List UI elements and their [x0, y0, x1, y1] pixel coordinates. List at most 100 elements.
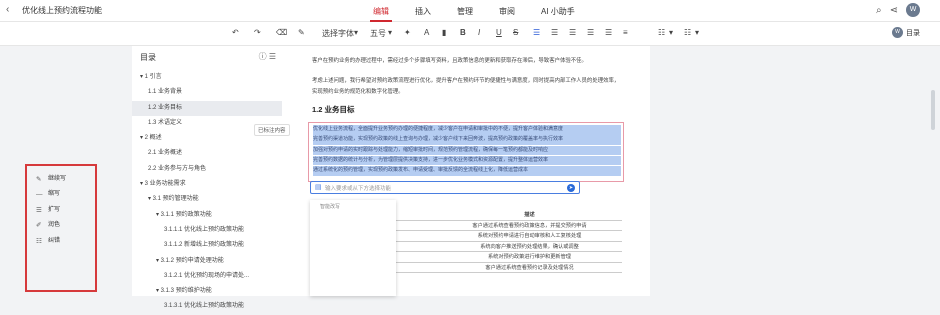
highlight-icon[interactable]: ▮	[442, 28, 446, 37]
outline-item[interactable]: ▾ 3 业务功能需求	[132, 177, 282, 192]
ai-prompt-input[interactable]: ▤ 输入要求或从下方选择功能 ➤	[310, 181, 580, 194]
ai-menu-item[interactable]: — 缩写	[36, 187, 66, 202]
table-cell[interactable]: 系统对预约政策进行维护和更新管理	[437, 252, 622, 262]
italic-icon[interactable]: I	[478, 28, 480, 37]
ai-menu-label: 智能改写	[320, 204, 341, 210]
main-tabs: 编辑 插入 管理 审阅 AI 小助手	[360, 0, 588, 22]
align-left-icon[interactable]: ☰	[533, 28, 540, 37]
outline-item[interactable]: 1.1 业务背景	[132, 85, 282, 100]
align-right-icon[interactable]: ☰	[569, 28, 576, 37]
polish-icon: ✐	[36, 222, 42, 230]
tab-manage[interactable]: 管理	[444, 0, 486, 22]
outline-item[interactable]: ▾ 3.1.1 预约政策功能	[132, 208, 282, 223]
check-icon: ☷	[36, 237, 42, 245]
outline-item[interactable]: 2.1 业务概述	[132, 146, 282, 161]
format-toolbar: ↶ ↷ ⌫ ✎ 选择字体 ▾ 五号 ▾ ✦ A ▮ B I U S ☰ ☰ ☰ …	[0, 22, 940, 46]
outline-toggle-button[interactable]: W 目录	[892, 27, 920, 38]
font-color-icon[interactable]: ✦	[404, 28, 411, 37]
ai-menu-item[interactable]: ✎ 继续写	[36, 172, 66, 187]
ai-rewrite-menu: 智能改写	[310, 200, 396, 296]
tab-insert[interactable]: 插入	[402, 0, 444, 22]
tab-edit[interactable]: 编辑	[360, 0, 402, 22]
selected-line: 完善预约渠道功能，实现预约政策的线上查询与办理，减少客户线下来回奔波，提高预约政…	[313, 135, 621, 145]
table-cell[interactable]: 系统对预约申请进行自动审核和人工复核处理	[437, 231, 622, 241]
outline-tools: ⓘ ☰	[259, 51, 276, 62]
outline-item[interactable]: ▾ 3.1.3 预约维护功能	[132, 284, 282, 299]
font-family-select[interactable]: 选择字体	[322, 28, 354, 39]
selected-text-block[interactable]: 优化线上业务流程，全面提升业务预约办理的便捷程度，减少客户在申请和审批中的不便，…	[308, 122, 624, 182]
ai-menu-item[interactable]: ✐ 润色	[36, 218, 66, 233]
bold-icon[interactable]: B	[460, 28, 466, 37]
ai-prompt-placeholder: 输入要求或从下方选择功能	[325, 186, 392, 192]
outline-item[interactable]: ▾ 3.1 预约管理功能	[132, 192, 282, 207]
outline-item[interactable]: ▾ 3.1.2 预约申请处理功能	[132, 254, 282, 269]
avatar[interactable]: W	[906, 3, 920, 17]
ai-menu-item-label: 纠错	[48, 237, 61, 244]
bullet-list-icon[interactable]: ☷	[658, 28, 665, 37]
paragraph[interactable]: 客户在预约业务的办理过程中，需经过多个步骤填写资料，且政策信息的更新和获取存在滞…	[312, 56, 622, 67]
line-spacing-icon[interactable]: ≡	[623, 28, 628, 37]
outline-item[interactable]: 1.2 业务目标	[132, 100, 282, 116]
undo-icon[interactable]: ↶	[232, 28, 239, 37]
chevron-down-icon[interactable]: ▾	[388, 28, 392, 37]
table-cell[interactable]: 客户通过系统查看预约政策信息，并提交预约申请	[437, 221, 622, 231]
ai-menu-item-label: 继续写	[48, 176, 67, 182]
expand-icon: ☰	[36, 206, 42, 214]
tab-review[interactable]: 审阅	[486, 0, 528, 22]
align-justify-icon[interactable]: ☰	[587, 28, 594, 37]
title-bar: ‹ 优化线上预约流程功能 编辑 插入 管理 审阅 AI 小助手 ⌕ ⋖ W	[0, 0, 940, 22]
paragraph[interactable]: 考虑上述问题，我行希望对预约政策流程进行优化，提升客户在预约环节的便捷性与满意度…	[312, 76, 622, 98]
outline-toggle-label: 目录	[906, 29, 920, 37]
annotation-tag[interactable]: 已标注内容	[254, 124, 290, 136]
tab-ai-assistant[interactable]: AI 小助手	[528, 0, 588, 22]
shorten-icon: —	[36, 191, 43, 199]
chevron-down-icon[interactable]: ▾	[354, 28, 358, 37]
outline-list: ▾ 1 引言 1.1 业务背景 1.2 业务目标 1.3 术语定义 ▾ 2 概述 2.1 …	[132, 70, 282, 315]
scrollbar[interactable]	[931, 90, 935, 130]
document-page: 客户在预约业务的办理过程中，需经过多个步骤填写资料，且政策信息的更新和获取存在滞…	[282, 46, 650, 296]
chevron-down-icon[interactable]: ▾	[695, 28, 699, 37]
selected-line: 加强对预约申请的实时跟踪与处理能力，缩短审批时间，规范预约管理流程，确保每一笔预…	[313, 145, 621, 156]
selected-line: 完善预约数据的统计与分析，为管理层提供决策支持，进一步优化业务模式和资源配置，提…	[313, 155, 621, 166]
share-icon[interactable]: ⋖	[890, 5, 898, 16]
outline-item[interactable]: 3.1.2.1 优化预约现场的申请处...	[132, 269, 282, 284]
ai-menu-items: ✎ 继续写 — 缩写 ☰ 扩写 ✐ 润色 ☷ 纠错	[36, 172, 66, 249]
document-title: 优化线上预约流程功能	[22, 6, 102, 15]
ai-icon: ▤	[315, 184, 322, 191]
highlighted-lines: 优化线上业务流程，全面提升业务预约办理的便捷程度，减少客户在申请和审批中的不便，…	[313, 125, 621, 176]
ai-menu-item[interactable]: ☷ 纠错	[36, 234, 66, 249]
outline-item[interactable]: 2.2 业务参与方与角色	[132, 162, 282, 177]
ai-menu-item-label: 缩写	[48, 191, 61, 198]
format-painter-icon[interactable]: ✎	[298, 28, 305, 37]
strikethrough-icon[interactable]: S	[513, 28, 518, 37]
redo-icon[interactable]: ↷	[254, 28, 261, 37]
clear-format-icon[interactable]: ⌫	[276, 28, 287, 37]
table-header-cell: 描述	[524, 212, 535, 218]
menu-icon[interactable]: ☰	[269, 52, 276, 61]
selected-line: 通过系统化的预约管理，实现预约政策发布、申请受理、审批反馈的全流程线上化，降低运…	[313, 166, 621, 176]
font-size-select[interactable]: 五号	[370, 28, 386, 39]
table-cell[interactable]: 系统向客户推送预约处理结果，确认或调整	[437, 242, 622, 252]
help-icon[interactable]: ⓘ	[259, 52, 267, 61]
search-icon[interactable]: ⌕	[876, 5, 882, 16]
align-center-icon[interactable]: ☰	[551, 28, 558, 37]
section-heading[interactable]: 1.2 业务目标	[312, 104, 355, 115]
ai-menu-item-label: 扩写	[48, 206, 61, 213]
ai-menu-item[interactable]: ☰ 扩写	[36, 203, 66, 218]
underline-icon[interactable]: U	[496, 28, 502, 37]
outline-item[interactable]: 3.1.1.2 新增线上预约政策功能	[132, 238, 282, 253]
text-color-icon[interactable]: A	[424, 28, 429, 37]
table-cell[interactable]: 客户通过系统查看预约记录及处理情况	[437, 263, 622, 273]
outline-item[interactable]: ▾ 1 引言	[132, 70, 282, 85]
selected-line: 优化线上业务流程，全面提升业务预约办理的便捷程度，减少客户在申请和审批中的不便，…	[313, 125, 621, 135]
send-icon[interactable]: ➤	[567, 184, 575, 192]
distributed-icon[interactable]: ☰	[605, 28, 612, 37]
chevron-down-icon[interactable]: ▾	[669, 28, 673, 37]
pen-icon: ✎	[36, 176, 42, 183]
avatar: W	[892, 27, 903, 38]
outline-item[interactable]: 3.1.3.1 优化线上预约政策功能	[132, 299, 282, 314]
outline-item[interactable]: 3.1.1.1 优化线上预约政策功能	[132, 223, 282, 238]
numbered-list-icon[interactable]: ☷	[684, 28, 691, 37]
back-icon[interactable]: ‹	[6, 4, 9, 15]
top-right-actions: ⌕ ⋖ W	[876, 3, 920, 17]
